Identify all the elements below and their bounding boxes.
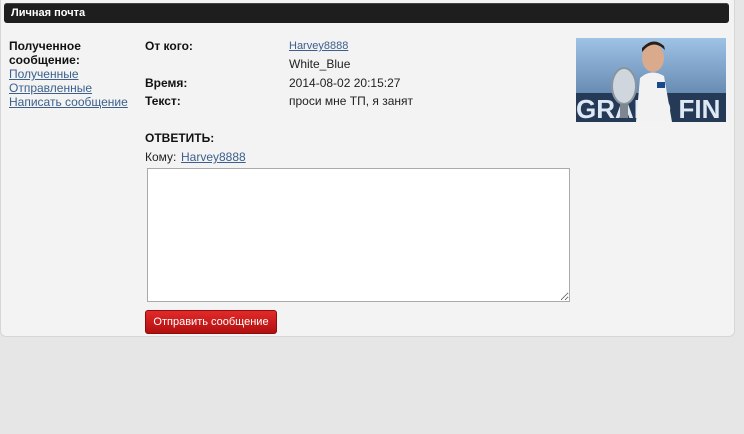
mail-sidebar: Полученное сообщение: Полученные Отправл… [9, 39, 139, 109]
sidebar-link-sent[interactable]: Отправленные [9, 81, 139, 95]
sidebar-link-inbox[interactable]: Полученные [9, 67, 139, 81]
panel-title: Личная почта [11, 7, 86, 19]
time-label: Время: [145, 76, 188, 90]
reply-to-user-link[interactable]: Harvey8888 [181, 150, 246, 164]
from-label: От кого: [145, 39, 193, 53]
sidebar-title: Полученное сообщение: [9, 39, 81, 67]
mail-panel: Личная почта Полученное сообщение: Получ… [0, 0, 735, 337]
send-message-button[interactable]: Отправить сообщение [145, 310, 277, 334]
text-label: Текст: [145, 94, 181, 108]
sender-photo: GRAND FIN [576, 38, 726, 122]
time-value: 2014-08-02 20:15:27 [289, 76, 401, 90]
sender-photo-image: GRAND FIN [576, 38, 726, 122]
message-text: проси мне ТП, я занят [289, 94, 414, 108]
from-user-link[interactable]: Harvey8888 [289, 40, 348, 52]
reply-title: ОТВЕТИТЬ: [145, 131, 215, 145]
panel-header: Личная почта [4, 3, 729, 23]
reply-body-textarea[interactable] [147, 168, 570, 302]
sidebar-link-compose[interactable]: Написать сообщение [9, 95, 139, 109]
reply-to-label: Кому: [145, 150, 177, 164]
from-group: White_Blue [289, 57, 351, 71]
